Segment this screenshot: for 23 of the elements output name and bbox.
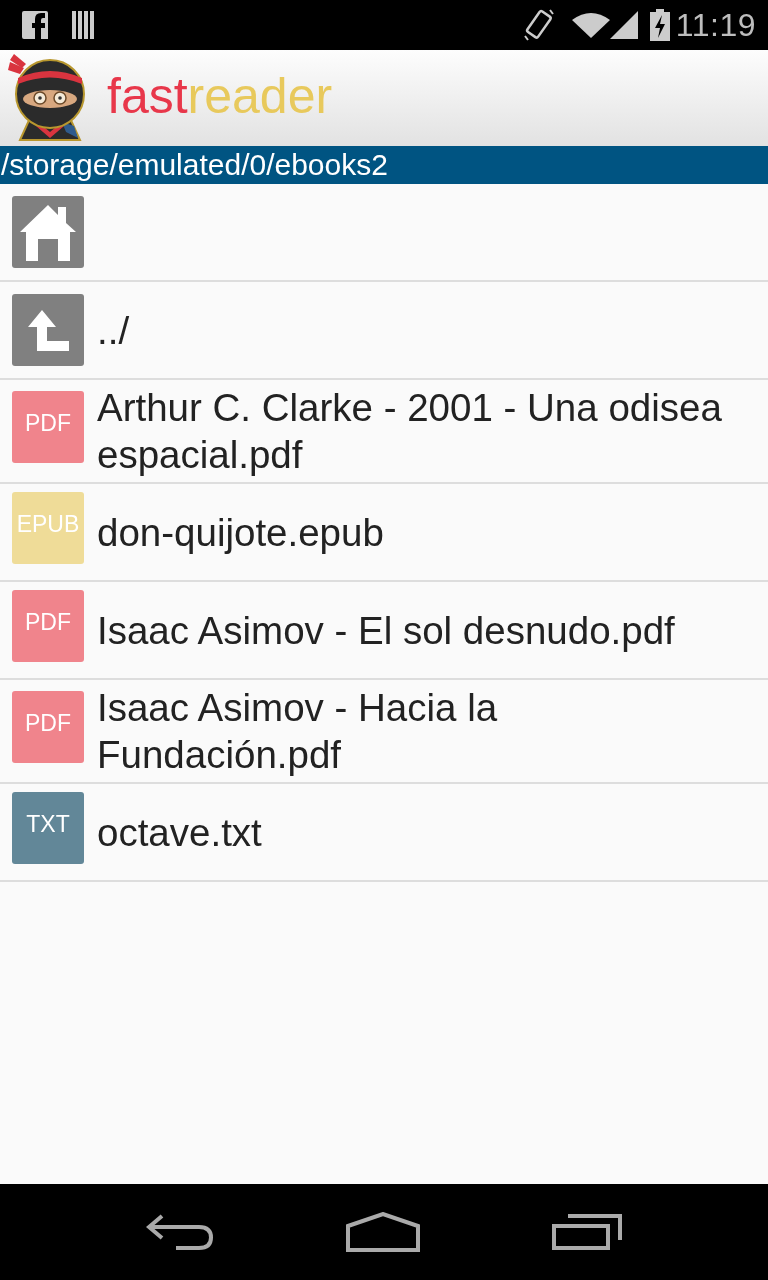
file-name[interactable]: Isaac Asimov - Hacia la Fundación.pdf xyxy=(97,684,744,778)
file-name[interactable]: ../ xyxy=(97,306,130,354)
battery-charging-icon xyxy=(649,9,670,41)
home-icon[interactable] xyxy=(12,196,84,268)
current-path: /storage/emulated/0/ebooks2 xyxy=(0,147,388,183)
home-icon[interactable] xyxy=(346,1212,420,1252)
back-icon[interactable] xyxy=(146,1214,214,1250)
app-title: fastreader xyxy=(107,71,333,125)
file-name[interactable]: Arthur C. Clarke - 2001 - Una odisea espacial.pdf xyxy=(97,384,744,478)
phone-vibrate-icon xyxy=(523,8,554,42)
vertical-bars-icon xyxy=(72,11,96,39)
file-name[interactable]: Isaac Asimov - El sol desnudo.pdf xyxy=(97,606,675,654)
file-name[interactable]: octave.txt xyxy=(97,808,262,856)
file-type-badge: PDF xyxy=(12,391,84,463)
file-type-badge: PDF xyxy=(12,691,84,763)
recent-apps-icon[interactable] xyxy=(552,1214,622,1250)
file-type-badge: PDF xyxy=(12,590,84,662)
wifi-icon xyxy=(571,12,610,38)
signal-icon xyxy=(609,11,638,39)
file-name[interactable]: don-quijote.epub xyxy=(97,508,384,556)
file-type-badge: TXT xyxy=(12,792,84,864)
clock-time: 11:19 xyxy=(675,6,756,44)
file-type-badge: EPUB xyxy=(12,492,84,564)
